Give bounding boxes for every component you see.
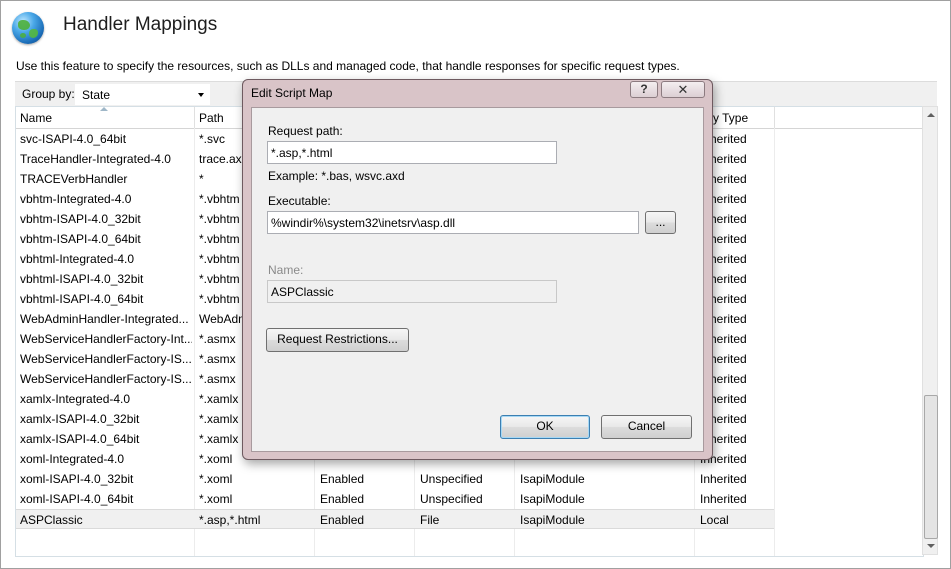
table-cell: vbhtm-ISAPI-4.0_64bit bbox=[20, 232, 141, 246]
table-cell: Unspecified bbox=[420, 472, 483, 486]
ok-button[interactable]: OK bbox=[500, 415, 590, 439]
table-cell: Enabled bbox=[320, 492, 365, 506]
table-cell: svc-ISAPI-4.0_64bit bbox=[20, 132, 127, 146]
table-cell: WebServiceHandlerFactory-Int... bbox=[20, 332, 192, 346]
table-cell: WebServiceHandlerFactory-IS... bbox=[20, 372, 192, 386]
table-cell: Local bbox=[700, 513, 729, 527]
close-button[interactable]: ✕ bbox=[661, 81, 705, 98]
scroll-up-icon[interactable] bbox=[927, 113, 935, 117]
table-cell: xamlx-ISAPI-4.0_32bit bbox=[20, 412, 140, 426]
table-cell: xoml-ISAPI-4.0_32bit bbox=[20, 472, 134, 486]
group-by-label: Group by: bbox=[22, 87, 75, 101]
example-text: Example: *.bas, wsvc.axd bbox=[268, 169, 405, 183]
edit-script-map-dialog: Edit Script Map ? ✕ Request path: *.asp,… bbox=[242, 79, 713, 460]
table-cell: vbhtml-ISAPI-4.0_32bit bbox=[20, 272, 144, 286]
table-cell: vbhtml-ISAPI-4.0_64bit bbox=[20, 292, 144, 306]
table-row[interactable]: xoml-ISAPI-4.0_64bit *.xoml Enabled Unspeci… bbox=[16, 489, 776, 509]
column-header-name[interactable]: Name bbox=[16, 107, 195, 128]
table-cell: vbhtm-Integrated-4.0 bbox=[20, 192, 132, 206]
table-cell: IsapiModule bbox=[520, 513, 585, 527]
table-cell: xoml-Integrated-4.0 bbox=[20, 452, 125, 466]
help-button[interactable]: ? bbox=[630, 81, 658, 98]
vertical-scrollbar[interactable] bbox=[922, 106, 938, 555]
scrollbar-thumb[interactable] bbox=[924, 395, 938, 539]
table-cell: vbhtml-Integrated-4.0 bbox=[20, 252, 135, 266]
table-cell: File bbox=[420, 513, 440, 527]
table-cell: TRACEVerbHandler bbox=[20, 172, 128, 186]
table-cell: xoml-ISAPI-4.0_64bit bbox=[20, 492, 134, 506]
group-by-value: State bbox=[82, 88, 111, 102]
chevron-down-icon[interactable] bbox=[198, 93, 204, 97]
table-cell: vbhtm-ISAPI-4.0_32bit bbox=[20, 212, 141, 226]
table-cell: IsapiModule bbox=[520, 472, 585, 486]
name-label: Name: bbox=[268, 263, 304, 277]
name-input: ASPClassic bbox=[267, 280, 557, 303]
cancel-button[interactable]: Cancel bbox=[601, 415, 692, 439]
table-cell: Enabled bbox=[320, 513, 365, 527]
globe-icon bbox=[12, 12, 44, 44]
scroll-down-icon[interactable] bbox=[927, 544, 935, 548]
table-cell: *.xoml bbox=[199, 492, 233, 506]
table-cell: Enabled bbox=[320, 472, 365, 486]
table-row[interactable]: xoml-ISAPI-4.0_32bit *.xoml Enabled Unspeci… bbox=[16, 469, 776, 489]
table-row[interactable]: ASPClassic *.asp,*.html Enabled File IsapiMo… bbox=[16, 509, 774, 529]
dialog-title: Edit Script Map bbox=[251, 86, 333, 100]
sort-ascending-icon bbox=[100, 107, 108, 111]
table-cell: Inherited bbox=[700, 472, 747, 486]
request-restrictions-button[interactable]: Request Restrictions... bbox=[266, 328, 409, 352]
table-cell: Inherited bbox=[700, 492, 747, 506]
request-path-label: Request path: bbox=[268, 124, 343, 138]
table-cell: IsapiModule bbox=[520, 492, 585, 506]
table-cell: ASPClassic bbox=[20, 513, 83, 527]
dialog-body: Request path: *.asp,*.html Example: *.ba… bbox=[251, 107, 704, 452]
table-cell: *.xoml bbox=[199, 472, 233, 486]
page-title: Handler Mappings bbox=[63, 14, 218, 35]
table-cell: xamlx-ISAPI-4.0_64bit bbox=[20, 432, 140, 446]
table-cell: WebServiceHandlerFactory-IS... bbox=[20, 352, 192, 366]
executable-input[interactable]: %windir%\system32\inetsrv\asp.dll bbox=[267, 211, 639, 234]
feature-description: Use this feature to specify the resource… bbox=[16, 59, 680, 73]
table-cell: *.asp,*.html bbox=[199, 513, 261, 527]
table-cell: TraceHandler-Integrated-4.0 bbox=[20, 152, 171, 166]
browse-button[interactable]: ... bbox=[645, 211, 676, 234]
table-cell: xamlx-Integrated-4.0 bbox=[20, 392, 131, 406]
table-cell: Unspecified bbox=[420, 492, 483, 506]
group-by-select[interactable]: State bbox=[75, 84, 210, 105]
table-cell: WebAdminHandler-Integrated... bbox=[20, 312, 189, 326]
request-path-input[interactable]: *.asp,*.html bbox=[267, 141, 557, 164]
executable-label: Executable: bbox=[268, 194, 331, 208]
